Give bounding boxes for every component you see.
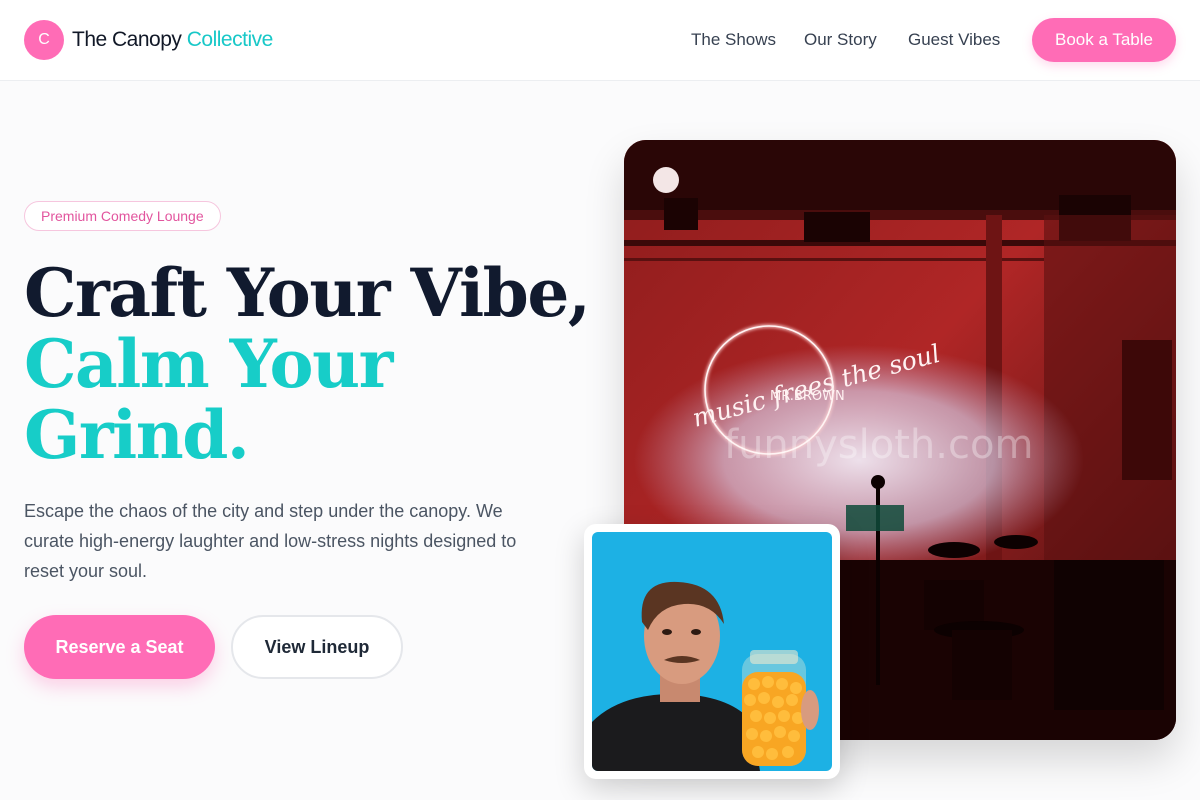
headline-line-1: Craft Your Vibe, (24, 254, 591, 332)
book-table-button[interactable]: Book a Table (1032, 18, 1176, 62)
comedian-photo-card (584, 524, 840, 779)
brand-name-accent: Collective (186, 28, 274, 51)
nav-link-shows[interactable]: The Shows (691, 30, 776, 50)
category-badge: Premium Comedy Lounge (24, 201, 221, 231)
neon-name-text: MR.BROWN (770, 389, 845, 404)
logo-badge[interactable]: C (24, 20, 64, 60)
comedian-illustration (592, 532, 832, 771)
headline-line-2: Calm Your (24, 325, 393, 403)
view-lineup-button[interactable]: View Lineup (231, 615, 403, 679)
brand-name[interactable]: The Canopy Collective (72, 28, 273, 52)
hero-headline: Craft Your Vibe, Calm Your Grind. (24, 258, 594, 471)
photo-watermark: funnysloth.com (724, 422, 1033, 468)
brand-name-main: The Canopy (72, 28, 182, 51)
nav-link-guest-vibes[interactable]: Guest Vibes (908, 30, 1000, 50)
hero-description: Escape the chaos of the city and step un… (24, 501, 517, 581)
headline-line-3: Grind. (24, 396, 250, 474)
nav-link-story[interactable]: Our Story (804, 30, 877, 50)
site-header: C The Canopy Collective The Shows Our St… (0, 0, 1200, 81)
reserve-seat-button[interactable]: Reserve a Seat (24, 615, 215, 679)
